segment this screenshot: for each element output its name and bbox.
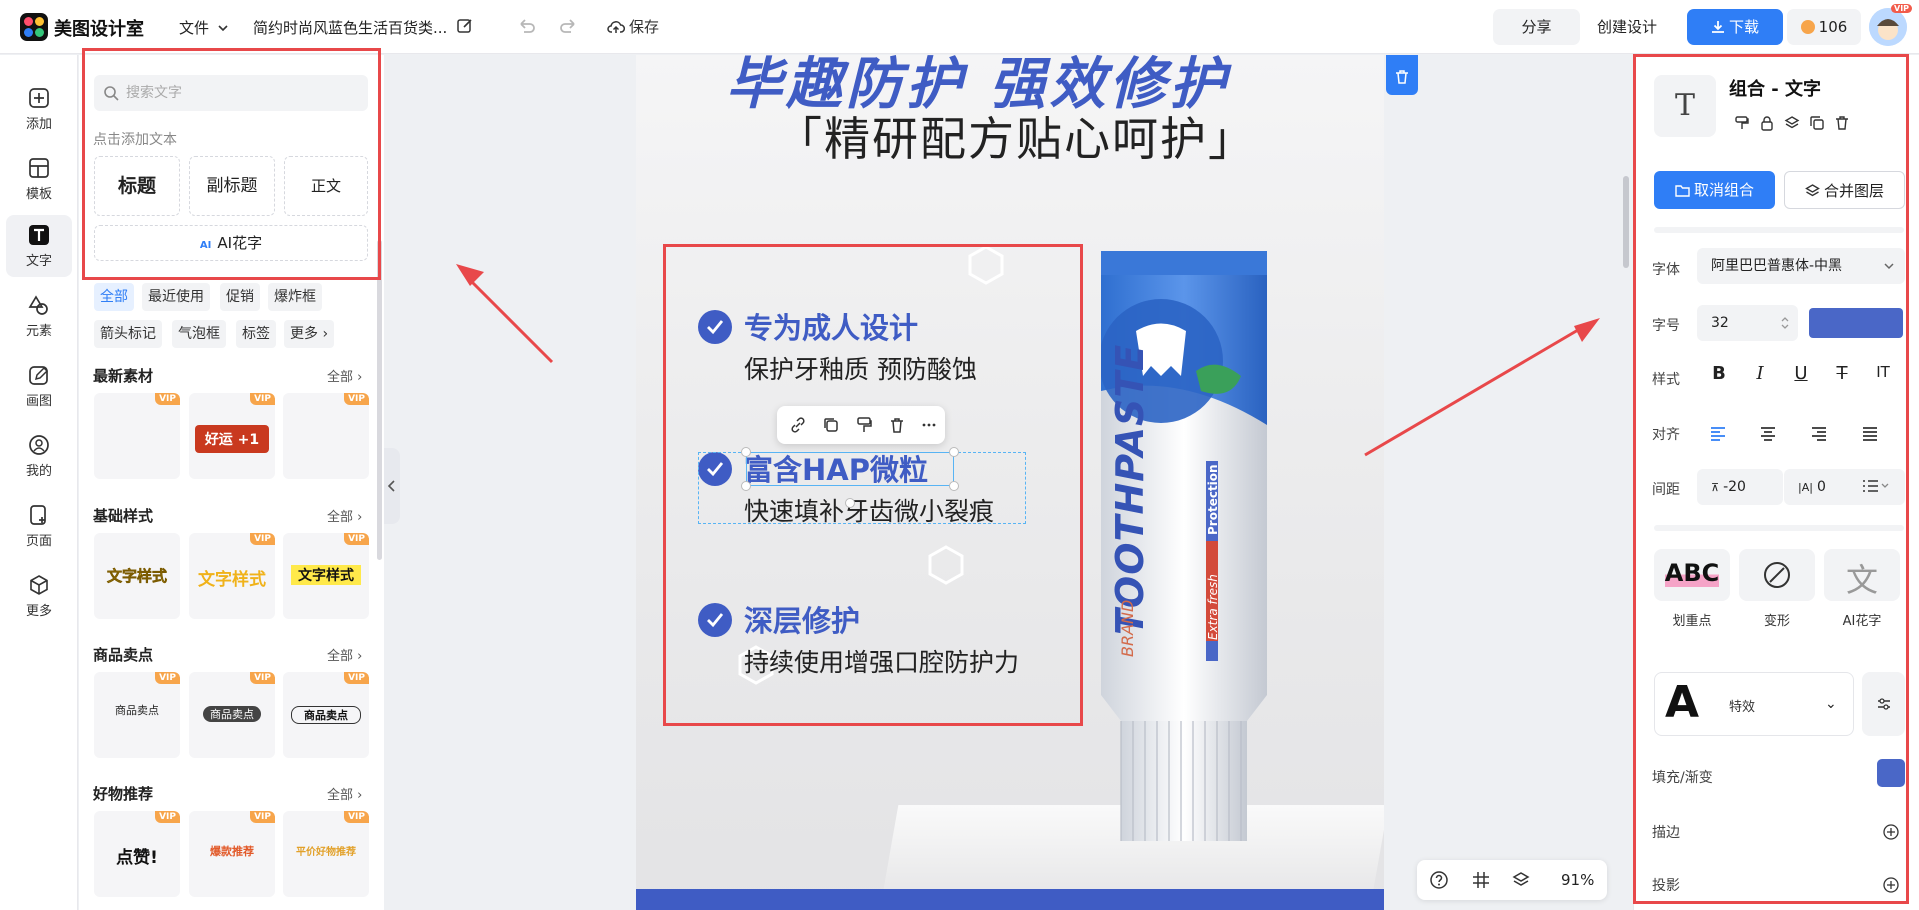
arrow-to-text-panel bbox=[456, 264, 554, 364]
annotation-arrows bbox=[456, 264, 1600, 457]
arrow-to-properties bbox=[1364, 318, 1600, 457]
